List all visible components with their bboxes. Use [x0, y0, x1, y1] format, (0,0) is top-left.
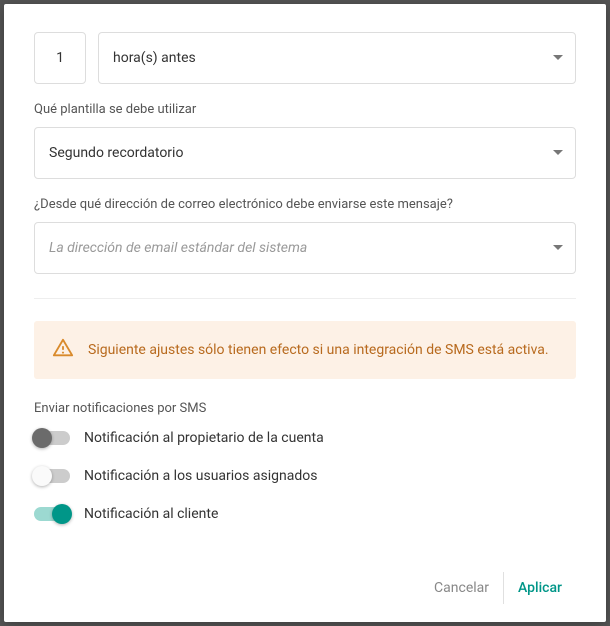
divider — [34, 298, 576, 299]
time-unit-select[interactable]: hora(s) antes — [98, 32, 576, 84]
time-row: hora(s) antes — [34, 32, 576, 84]
reminder-settings-modal: hora(s) antes Qué plantilla se debe util… — [4, 4, 606, 622]
template-select[interactable]: Segundo recordatorio — [34, 127, 576, 179]
from-email-select[interactable]: La dirección de email estándar del siste… — [34, 222, 576, 274]
toggle-client-label: Notificación al cliente — [84, 506, 218, 522]
toggle-assigned[interactable] — [34, 469, 70, 483]
toggle-client[interactable] — [34, 507, 70, 521]
time-unit-value: hora(s) antes — [113, 50, 196, 66]
template-selected-value: Segundo recordatorio — [49, 145, 183, 161]
chevron-down-icon — [553, 55, 563, 61]
toggle-row-owner: Notificación al propietario de la cuenta — [34, 430, 576, 446]
toggle-owner[interactable] — [34, 431, 70, 445]
from-email-field: ¿Desde qué dirección de correo electróni… — [34, 197, 576, 274]
from-email-placeholder: La dirección de email estándar del siste… — [49, 240, 307, 256]
chevron-down-icon — [553, 245, 563, 251]
template-label: Qué plantilla se debe utilizar — [34, 102, 576, 117]
toggle-row-assigned: Notificación a los usuarios asignados — [34, 468, 576, 484]
template-field: Qué plantilla se debe utilizar Segundo r… — [34, 102, 576, 179]
from-email-label: ¿Desde qué dirección de correo electróni… — [34, 197, 576, 212]
apply-button[interactable]: Aplicar — [503, 572, 576, 604]
toggle-row-client: Notificación al cliente — [34, 506, 576, 522]
cancel-button[interactable]: Cancelar — [420, 572, 503, 604]
modal-footer: Cancelar Aplicar — [34, 552, 576, 604]
alert-text: Siguiente ajustes sólo tienen efecto si … — [88, 341, 549, 359]
toggle-assigned-label: Notificación a los usuarios asignados — [84, 468, 317, 484]
time-value-input[interactable] — [34, 32, 86, 84]
toggle-owner-label: Notificación al propietario de la cuenta — [84, 430, 324, 446]
chevron-down-icon — [553, 150, 563, 156]
sms-warning-alert: Siguiente ajustes sólo tienen efecto si … — [34, 321, 576, 379]
sms-section-label: Enviar notificaciones por SMS — [34, 401, 576, 416]
warning-icon — [52, 337, 74, 363]
